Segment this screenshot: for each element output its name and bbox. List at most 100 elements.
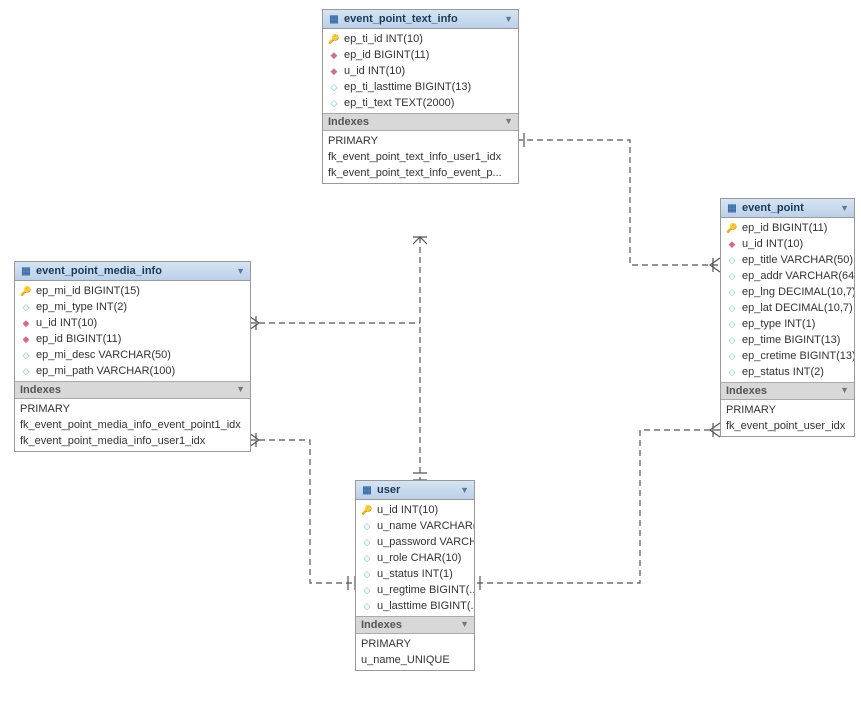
collapse-icon[interactable]: ▼	[236, 266, 245, 276]
table-title-bar[interactable]: ▦ user ▼	[356, 481, 474, 500]
fk-icon: ◆	[20, 317, 32, 329]
table-title-bar[interactable]: ▦ event_point_media_info ▼	[15, 262, 250, 281]
collapse-icon[interactable]: ▼	[236, 384, 245, 396]
column-label: ep_addr VARCHAR(64)	[742, 270, 854, 282]
table-icon: ▦	[20, 265, 32, 277]
column-row[interactable]: ◇ep_type INT(1)	[721, 316, 854, 332]
table-title-bar[interactable]: ▦ event_point ▼	[721, 199, 854, 218]
index-row[interactable]: PRIMARY	[721, 402, 854, 418]
table-icon: ▦	[361, 484, 373, 496]
pk-icon: 🔑	[20, 285, 32, 297]
table-title-bar[interactable]: ▦ event_point_text_info ▼	[323, 10, 518, 29]
column-row[interactable]: ◇ep_time BIGINT(13)	[721, 332, 854, 348]
index-row[interactable]: fk_event_point_media_info_event_point1_i…	[15, 417, 250, 433]
table-event-point-media-info[interactable]: ▦ event_point_media_info ▼ 🔑ep_mi_id BIG…	[14, 261, 251, 452]
collapse-icon[interactable]: ▼	[504, 14, 513, 24]
indexes-header[interactable]: Indexes▼	[323, 113, 518, 131]
column-row[interactable]: ◇ep_title VARCHAR(50)	[721, 252, 854, 268]
column-row[interactable]: ◇ u_password VARCH...	[356, 534, 474, 550]
column-row[interactable]: ◆ u_id INT(10)	[15, 315, 250, 331]
attr-icon: ◇	[361, 536, 373, 548]
columns-list: 🔑u_id INT(10) ◇u_name VARCHAR(... ◇u_pas…	[356, 500, 474, 616]
fk-icon: ◆	[328, 65, 340, 77]
pk-icon: 🔑	[361, 504, 373, 516]
table-title: event_point_text_info	[344, 13, 458, 25]
column-row[interactable]: ◇ep_ti_lasttime BIGINT(13)	[323, 79, 518, 95]
column-label: ep_id BIGINT(11)	[344, 49, 429, 61]
column-row[interactable]: ◆ep_id BIGINT(11)	[15, 331, 250, 347]
index-row[interactable]: PRIMARY	[15, 401, 250, 417]
pk-icon: 🔑	[328, 33, 340, 45]
index-row[interactable]: fk_event_point_media_info_user1_idx	[15, 433, 250, 449]
column-label: u_password VARCH...	[377, 536, 474, 548]
column-label: ep_id BIGINT(11)	[742, 222, 827, 234]
collapse-icon[interactable]: ▼	[840, 385, 849, 397]
column-row[interactable]: ◇ep_mi_desc VARCHAR(50)	[15, 347, 250, 363]
index-row[interactable]: u_name_UNIQUE	[356, 652, 474, 668]
column-label: ep_title VARCHAR(50)	[742, 254, 853, 266]
index-row[interactable]: fk_event_point_text_info_user1_idx	[323, 149, 518, 165]
column-row[interactable]: ◆u_id INT(10)	[721, 236, 854, 252]
column-row[interactable]: ◇ep_lat DECIMAL(10,7)	[721, 300, 854, 316]
attr-icon: ◇	[20, 301, 32, 313]
column-row[interactable]: 🔑ep_ti_id INT(10)	[323, 31, 518, 47]
table-event-point-text-info[interactable]: ▦ event_point_text_info ▼ 🔑ep_ti_id INT(…	[322, 9, 519, 184]
column-label: ep_cretime BIGINT(13)	[742, 350, 854, 362]
fk-icon: ◆	[328, 49, 340, 61]
columns-list: 🔑ep_id BIGINT(11) ◆u_id INT(10) ◇ep_titl…	[721, 218, 854, 382]
attr-icon: ◇	[726, 286, 738, 298]
column-row[interactable]: ◇ u_status INT(1)	[356, 566, 474, 582]
attr-icon: ◇	[361, 552, 373, 564]
column-row[interactable]: ◇ ep_ti_text TEXT(2000)	[323, 95, 518, 111]
column-row[interactable]: ◆ ep_id BIGINT(11)	[323, 47, 518, 63]
collapse-icon[interactable]: ▼	[504, 116, 513, 128]
indexes-header[interactable]: Indexes ▼	[356, 616, 474, 634]
column-label: u_id INT(10)	[344, 65, 405, 77]
collapse-icon[interactable]: ▼	[460, 619, 469, 631]
index-row[interactable]: PRIMARY	[356, 636, 474, 652]
column-label: u_status INT(1)	[377, 568, 453, 580]
column-label: u_id INT(10)	[742, 238, 803, 250]
attr-icon: ◇	[20, 365, 32, 377]
table-user[interactable]: ▦ user ▼ 🔑u_id INT(10) ◇u_name VARCHAR(.…	[355, 480, 475, 671]
column-row[interactable]: ◇ ep_mi_path VARCHAR(100)	[15, 363, 250, 379]
indexes-header[interactable]: Indexes▼	[15, 381, 250, 399]
column-label: u_id INT(10)	[377, 504, 438, 516]
column-label: ep_type INT(1)	[742, 318, 815, 330]
indexes-label: Indexes	[361, 619, 402, 631]
column-row[interactable]: ◇ep_lng DECIMAL(10,7)	[721, 284, 854, 300]
attr-icon: ◇	[20, 349, 32, 361]
column-row[interactable]: 🔑ep_mi_id BIGINT(15)	[15, 283, 250, 299]
column-row[interactable]: ◆ u_id INT(10)	[323, 63, 518, 79]
column-row[interactable]: ◇ep_cretime BIGINT(13)	[721, 348, 854, 364]
column-label: ep_ti_text TEXT(2000)	[344, 97, 454, 109]
index-row[interactable]: fk_event_point_user_idx	[721, 418, 854, 434]
column-row[interactable]: ◇ep_mi_type INT(2)	[15, 299, 250, 315]
column-row[interactable]: ◇ u_regtime BIGINT(...	[356, 582, 474, 598]
column-row[interactable]: ◇u_name VARCHAR(...	[356, 518, 474, 534]
collapse-icon[interactable]: ▼	[840, 203, 849, 213]
column-label: u_id INT(10)	[36, 317, 97, 329]
attr-icon: ◇	[328, 97, 340, 109]
table-event-point[interactable]: ▦ event_point ▼ 🔑ep_id BIGINT(11) ◆u_id …	[720, 198, 855, 437]
column-label: u_name VARCHAR(...	[377, 520, 474, 532]
index-row[interactable]: PRIMARY	[323, 133, 518, 149]
collapse-icon[interactable]: ▼	[460, 485, 469, 495]
attr-icon: ◇	[361, 584, 373, 596]
column-row[interactable]: ◇u_role CHAR(10)	[356, 550, 474, 566]
attr-icon: ◇	[726, 334, 738, 346]
attr-icon: ◇	[361, 568, 373, 580]
column-row[interactable]: ◇u_lasttime BIGINT(...	[356, 598, 474, 614]
column-row[interactable]: ◇ep_addr VARCHAR(64)	[721, 268, 854, 284]
column-label: ep_id BIGINT(11)	[36, 333, 121, 345]
indexes-list: PRIMARY fk_event_point_text_info_user1_i…	[323, 131, 518, 183]
index-row[interactable]: fk_event_point_text_info_event_p...	[323, 165, 518, 181]
column-row[interactable]: 🔑 u_id INT(10)	[356, 502, 474, 518]
column-label: u_regtime BIGINT(...	[377, 584, 474, 596]
attr-icon: ◇	[726, 302, 738, 314]
column-label: ep_mi_path VARCHAR(100)	[36, 365, 175, 377]
column-row[interactable]: 🔑ep_id BIGINT(11)	[721, 220, 854, 236]
column-row[interactable]: ◇ep_status INT(2)	[721, 364, 854, 380]
indexes-header[interactable]: Indexes▼	[721, 382, 854, 400]
attr-icon: ◇	[361, 600, 373, 612]
